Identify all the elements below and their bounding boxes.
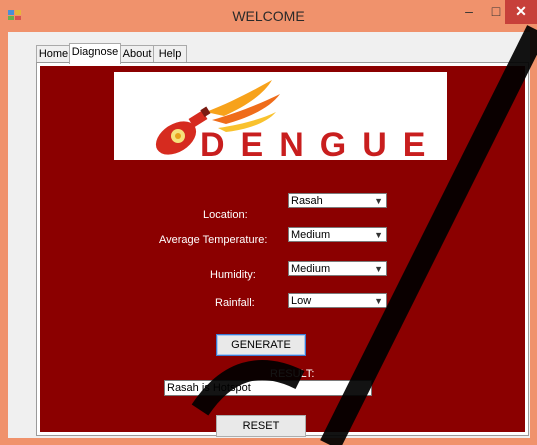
- dengue-fever-banner: DENGUE FEVER: [114, 72, 447, 160]
- diagnose-tab-page: DENGUE FEVER Location: Rasah ▼ Average T…: [36, 62, 529, 437]
- chevron-down-icon[interactable]: ▼: [374, 194, 383, 208]
- title-bar[interactable]: WELCOME – □ ✕: [0, 0, 537, 32]
- tab-home[interactable]: Home: [36, 45, 71, 63]
- chevron-down-icon[interactable]: ▼: [374, 262, 383, 276]
- tab-diagnose[interactable]: Diagnose: [69, 43, 121, 64]
- temperature-select[interactable]: Medium ▼: [288, 227, 387, 242]
- diagnose-panel: DENGUE FEVER Location: Rasah ▼ Average T…: [40, 66, 525, 437]
- close-button[interactable]: ✕: [505, 0, 537, 24]
- rainfall-select[interactable]: Low ▼: [288, 293, 387, 308]
- location-value: Rasah: [291, 195, 323, 207]
- rainfall-value: Low: [291, 295, 312, 307]
- tab-about[interactable]: About: [119, 45, 155, 63]
- banner-title: DENGUE FEVER: [200, 126, 447, 160]
- humidity-select[interactable]: Medium ▼: [288, 261, 387, 276]
- humidity-label: Humidity:: [210, 269, 256, 281]
- result-field[interactable]: Rasah is Hotspot: [164, 380, 372, 396]
- tab-help[interactable]: Help: [153, 45, 187, 63]
- temperature-label: Average Temperature:: [159, 234, 268, 246]
- banner-graphic: DENGUE FEVER: [155, 80, 447, 160]
- humidity-value: Medium: [291, 263, 331, 275]
- generate-button[interactable]: GENERATE: [216, 334, 306, 356]
- app-window: WELCOME – □ ✕ Home Diagnose About Help D…: [0, 0, 537, 445]
- result-label: RESULT:: [270, 368, 315, 380]
- flame-shape: [206, 80, 272, 116]
- location-select[interactable]: Rasah ▼: [288, 193, 387, 208]
- chevron-down-icon[interactable]: ▼: [374, 228, 383, 242]
- minimize-button[interactable]: –: [455, 0, 483, 24]
- chevron-down-icon[interactable]: ▼: [374, 294, 383, 308]
- temperature-value: Medium: [291, 229, 331, 241]
- location-label: Location:: [203, 209, 248, 221]
- reset-button[interactable]: RESET: [216, 415, 306, 437]
- client-area: Home Diagnose About Help DENGUE Location…: [8, 32, 530, 438]
- rainfall-label: Rainfall:: [215, 297, 255, 309]
